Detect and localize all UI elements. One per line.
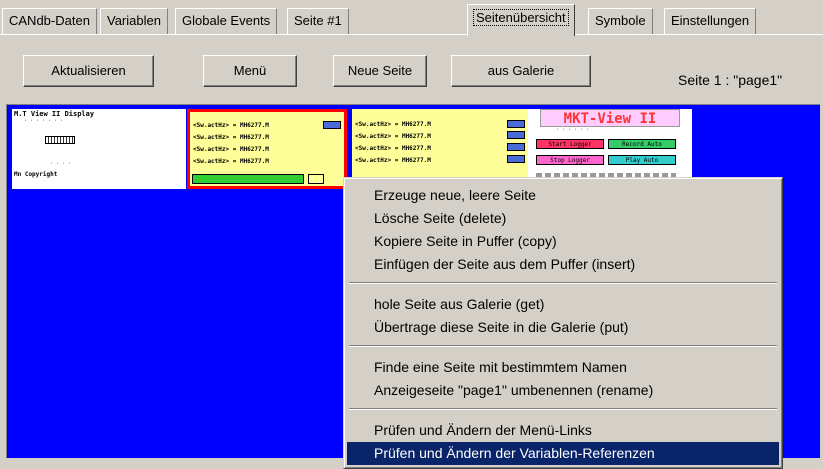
thumbnail-dots: · · · · · ·	[556, 127, 590, 133]
tab-symbole[interactable]: Symbole	[588, 8, 653, 34]
play-auto-button: Play Auto	[608, 155, 676, 165]
tab-seitenuebersicht[interactable]: Seitenübersicht	[467, 4, 575, 36]
arrow-icon	[507, 120, 525, 128]
stop-logger-button: Stop Logger	[536, 155, 604, 165]
thumbnail-copyright: Mn Copyright	[14, 171, 58, 178]
menu-item-put-to-gallery[interactable]: Übertrage diese Seite in die Galerie (pu…	[347, 316, 779, 339]
tab-label: Globale Events	[182, 13, 271, 28]
toolbar: Aktualisieren Menü Neue Seite aus Galeri…	[0, 35, 823, 104]
tab-label: Einstellungen	[671, 13, 750, 28]
arrow-icon	[507, 155, 525, 163]
menu-item-delete-page[interactable]: Lösche Seite (delete)	[347, 207, 779, 230]
page-thumbnail-1[interactable]: M.T View II Display · · · · · · · · · · …	[12, 109, 186, 189]
menu-item-new-page[interactable]: Erzeuge neue, leere Seite	[347, 184, 779, 207]
variable-line: <Sw.actHz> = MH6277.M	[355, 157, 431, 164]
arrow-icon	[323, 121, 341, 129]
tab-variablen[interactable]: Variablen	[100, 8, 168, 34]
menu-item-find-page[interactable]: Finde eine Seite mit bestimmtem Namen	[347, 356, 779, 379]
variable-line: <Sw.actHz> = MH6277.M	[193, 158, 269, 165]
variable-line: <Sw.actHz> = MH6277.M	[355, 121, 431, 128]
menu-separator	[349, 408, 777, 410]
menu-item-insert-page[interactable]: Einfügen der Seite aus dem Puffer (inser…	[347, 253, 779, 276]
menu-button[interactable]: Menü	[203, 55, 297, 87]
menu-separator	[349, 345, 777, 347]
context-menu: Erzeuge neue, leere Seite Lösche Seite (…	[343, 177, 783, 469]
tab-label: Seite #1	[294, 13, 342, 28]
menu-item-check-menu-links[interactable]: Prüfen und Ändern der Menü-Links	[347, 419, 779, 442]
green-status-bar	[192, 174, 304, 184]
variable-line: <Sw.actHz> = MH6277.M	[193, 134, 269, 141]
page-thumbnail-2-selected[interactable]: <Sw.actHz> = MH6277.M <Sw.actHz> = MH627…	[187, 109, 347, 189]
variable-line: <Sw.actHz> = MH6277.M	[355, 133, 431, 140]
menu-item-get-from-gallery[interactable]: hole Seite aus Galerie (get)	[347, 293, 779, 316]
arrow-icon	[507, 143, 525, 151]
variable-line: <Sw.actHz> = MH6277.M	[193, 122, 269, 129]
tab-label: Symbole	[595, 13, 646, 28]
record-auto-button: Record Auto	[608, 139, 676, 149]
gallery-button[interactable]: aus Galerie	[451, 55, 591, 87]
thumbnail-logo-title: MKT-View II	[540, 109, 680, 127]
menu-item-check-variable-references[interactable]: Prüfen und Ändern der Variablen-Referenz…	[347, 442, 779, 465]
tab-candb-daten[interactable]: CANdb-Daten	[2, 8, 97, 34]
menu-item-rename-page[interactable]: Anzeigeseite "page1" umbenennen (rename)	[347, 379, 779, 402]
tab-label: Variablen	[107, 13, 161, 28]
tab-label: CANdb-Daten	[9, 13, 90, 28]
tab-globale-events[interactable]: Globale Events	[175, 8, 278, 34]
arrow-icon	[507, 131, 525, 139]
tab-seite-1[interactable]: Seite #1	[287, 8, 349, 34]
tab-einstellungen[interactable]: Einstellungen	[664, 8, 757, 34]
tab-label: Seitenübersicht	[473, 9, 569, 26]
status-box	[308, 174, 324, 184]
menu-item-copy-page[interactable]: Kopiere Seite in Puffer (copy)	[347, 230, 779, 253]
variable-line: <Sw.actHz> = MH6277.M	[193, 146, 269, 153]
current-page-label: Seite 1 : "page1"	[678, 72, 783, 88]
menu-separator	[349, 282, 777, 284]
refresh-button[interactable]: Aktualisieren	[23, 55, 154, 87]
variable-line: <Sw.actHz> = MH6277.M	[355, 145, 431, 152]
tab-bar: CANdb-Daten Variablen Globale Events Sei…	[0, 0, 823, 36]
thumbnail-subtitle-bar: · · · · · · ·	[24, 118, 64, 124]
thumbnail-title: M.T View II Display	[14, 110, 95, 118]
thumbnail-dots: · · · ·	[50, 161, 72, 167]
new-page-button[interactable]: Neue Seite	[333, 55, 427, 87]
start-logger-button: Start Logger	[536, 139, 604, 149]
keyboard-icon	[45, 136, 75, 144]
